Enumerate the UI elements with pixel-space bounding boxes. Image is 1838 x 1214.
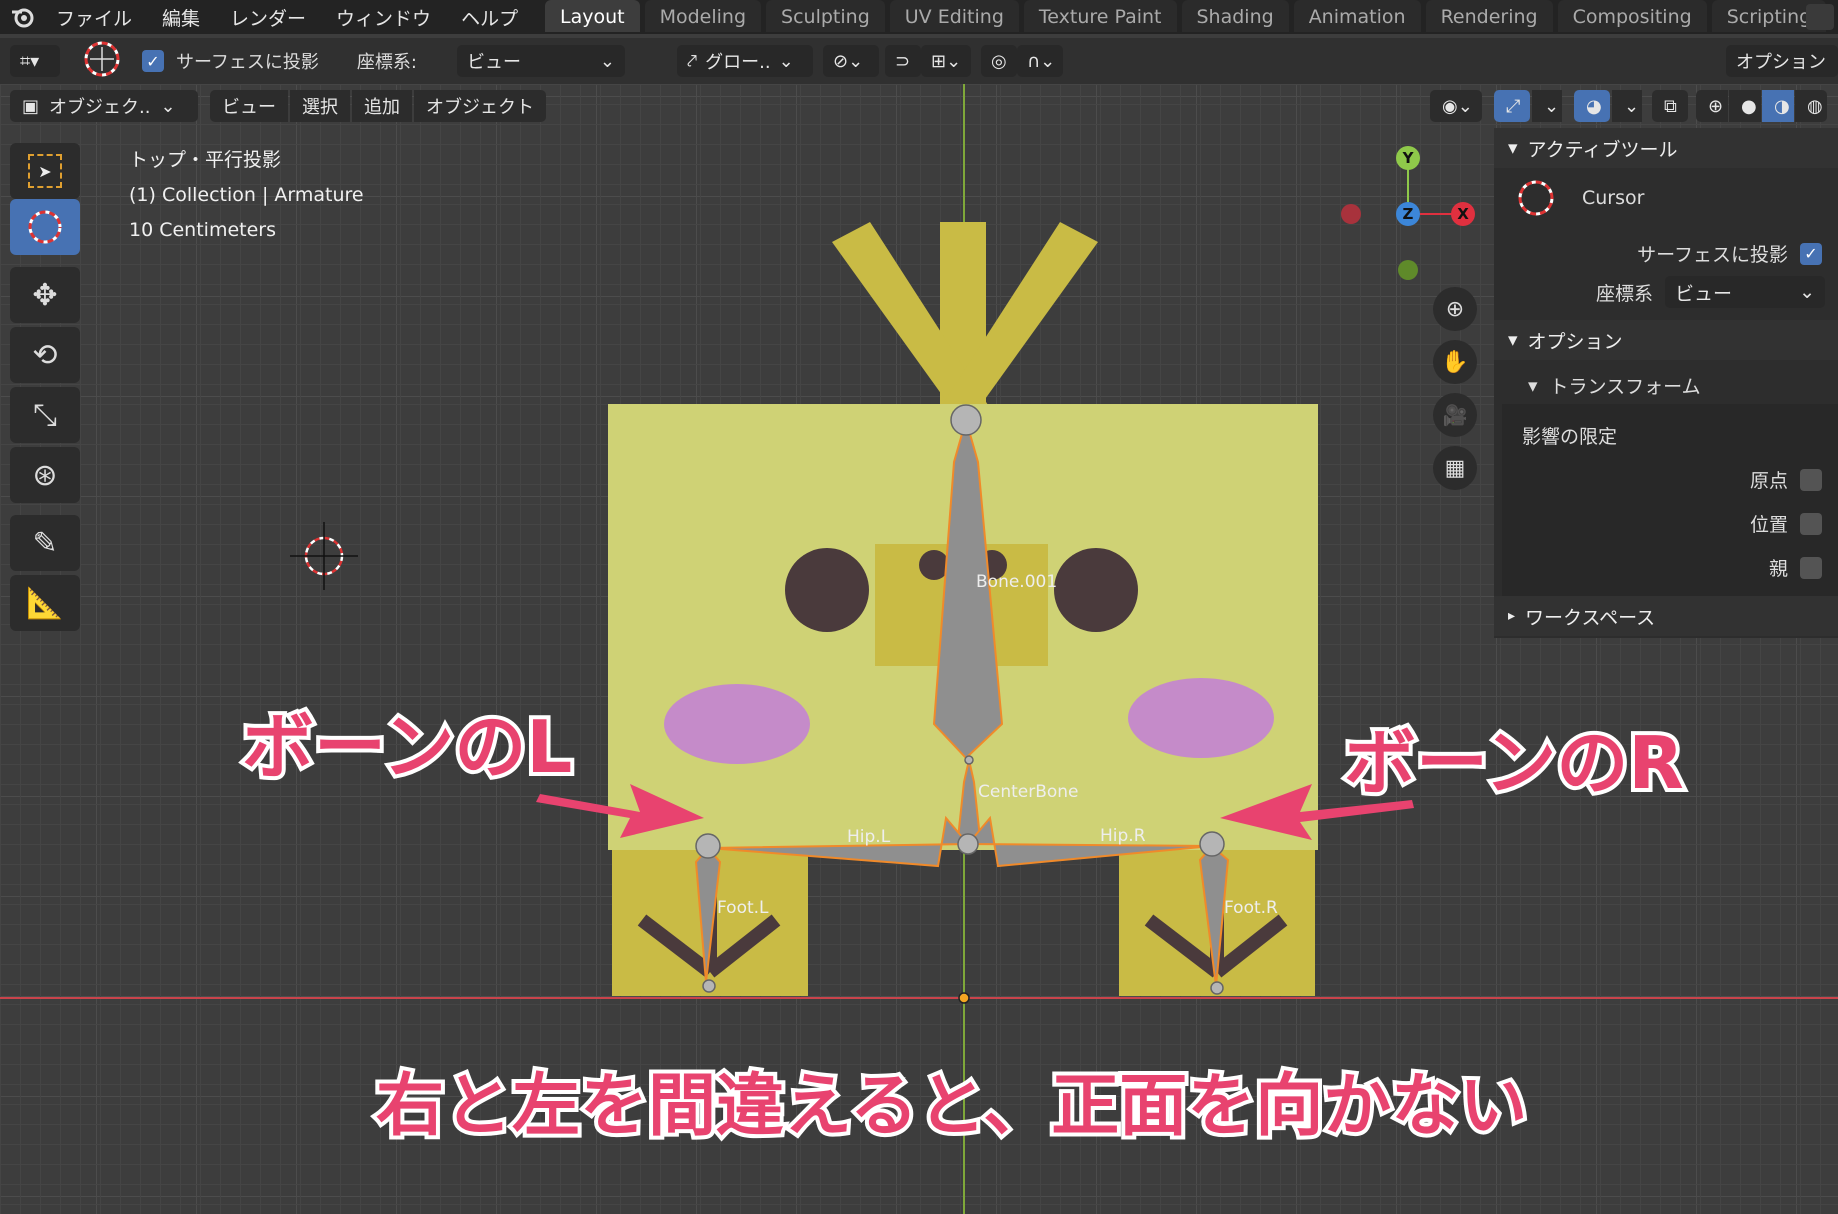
move-icon: ✥ (32, 277, 58, 313)
zoom-button[interactable]: ⊕ (1433, 287, 1477, 331)
grid-icon: ▦ (1444, 455, 1466, 481)
workspace-title: ワークスペース (1525, 606, 1656, 629)
expand-icon: ▾ (1508, 137, 1518, 159)
annotate-tool[interactable]: ✎ (10, 515, 80, 571)
chevron-down-icon: ⌄ (1799, 281, 1816, 303)
panel-coord-dropdown[interactable]: ビュー ⌄ (1665, 276, 1826, 308)
origin-row: 原点 (1750, 466, 1822, 493)
origin-checkbox[interactable] (1800, 468, 1822, 491)
gizmo-y-axis[interactable]: Y (1396, 146, 1420, 170)
hand-icon: ✋ (1441, 349, 1469, 375)
gizmo-neg-y[interactable] (1398, 260, 1418, 280)
eye-left (785, 548, 869, 632)
3d-cursor-icon[interactable] (290, 522, 358, 590)
select-box-tool[interactable]: ➤ (10, 143, 80, 199)
camera-view-button[interactable]: 🎥 (1433, 393, 1477, 437)
parent-label: 親 (1768, 558, 1788, 580)
active-tool-header[interactable]: ▾ アクティブツール (1494, 128, 1838, 168)
active-tool-title: アクティブツール (1527, 138, 1678, 161)
ortho-toggle-button[interactable]: ▦ (1433, 446, 1477, 490)
expand-icon: ▾ (1508, 329, 1518, 351)
sidebar-panel: ▾ アクティブツール Cursor サーフェスに投影 ✓ 座標系 ビュー ⌄ ▾… (1494, 128, 1838, 638)
location-checkbox[interactable] (1800, 512, 1822, 535)
bone-label-foot-r: Foot.R (1224, 898, 1278, 918)
limit-row: 影響の限定 (1522, 422, 1617, 449)
panel-project-label: サーフェスに投影 (1637, 244, 1788, 266)
gizmo-neg-x[interactable] (1341, 204, 1361, 224)
expand-icon: ▾ (1528, 374, 1538, 397)
bone-label-center: CenterBone (978, 782, 1079, 802)
annotation-caption: 右と左を間違えると、正面を向かない (372, 1063, 1531, 1150)
location-row: 位置 (1750, 510, 1822, 537)
tool-shelf: ➤ ✥ ⟲ ⤡ ⊛ ✎ 📐 (10, 143, 80, 631)
annotate-icon: ✎ (32, 525, 58, 561)
view-name: トップ・平行投影 (129, 149, 282, 171)
cheek-left (664, 684, 810, 764)
transform-subheader[interactable]: ▾ トランスフォーム (1528, 372, 1701, 399)
parent-row: 親 (1769, 554, 1822, 581)
bone-label-hip-l: Hip.L (847, 827, 891, 847)
pan-button[interactable]: ✋ (1433, 340, 1477, 384)
origin-label: 原点 (1749, 470, 1788, 492)
bone-label-hip-r: Hip.R (1100, 826, 1146, 846)
cursor-icon (1518, 180, 1554, 216)
panel-coord-label: 座標系 (1596, 282, 1654, 305)
scale-tool[interactable]: ⤡ (10, 387, 80, 443)
workspace-header[interactable]: ▸ ワークスペース (1494, 596, 1838, 636)
options-title: オプション (1527, 330, 1623, 353)
annotation-bone-l: ボーンのL (238, 701, 576, 793)
location-label: 位置 (1749, 514, 1788, 536)
eye-right (1054, 548, 1138, 632)
bone-label-foot-l: Foot.L (717, 898, 769, 918)
cheek-right (1128, 678, 1274, 758)
viewport-info: トップ・平行投影 (1) Collection | Armature 10 Ce… (129, 143, 364, 248)
zoom-icon: ⊕ (1445, 296, 1465, 322)
cursor-icon (28, 210, 62, 244)
origin-dot (958, 992, 970, 1004)
move-tool[interactable]: ✥ (10, 267, 80, 323)
panel-coord-value: ビュー (1675, 282, 1733, 305)
crown (832, 222, 1098, 420)
tool-name: Cursor (1582, 187, 1645, 209)
panel-project-row: サーフェスに投影 ✓ (1637, 240, 1822, 267)
rotate-tool[interactable]: ⟲ (10, 327, 80, 383)
gizmo-z-axis[interactable]: Z (1396, 202, 1420, 226)
options-header[interactable]: ▾ オプション (1494, 320, 1838, 360)
parent-checkbox[interactable] (1800, 556, 1822, 579)
select-box-icon: ➤ (28, 154, 62, 188)
transform-tool[interactable]: ⊛ (10, 447, 80, 503)
panel-project-checkbox[interactable]: ✓ (1800, 242, 1822, 265)
panel-coord-row: 座標系 ビュー ⌄ (1596, 276, 1826, 308)
transform-title: トランスフォーム (1549, 376, 1701, 398)
collapse-icon: ▸ (1508, 608, 1516, 624)
annotation-bone-r: ボーンのR (1340, 717, 1688, 809)
measure-icon: 📐 (26, 585, 64, 621)
grid-scale: 10 Centimeters (129, 219, 276, 241)
cursor-tool[interactable] (10, 199, 80, 255)
camera-icon: 🎥 (1442, 403, 1468, 427)
gizmo-x-axis[interactable]: X (1451, 202, 1475, 226)
scale-icon: ⤡ (33, 397, 57, 433)
bone-label-bone001: Bone.001 (976, 572, 1058, 592)
limit-label: 影響の限定 (1522, 426, 1618, 448)
transform-icon: ⊛ (32, 457, 58, 493)
collection-info: (1) Collection | Armature (129, 184, 364, 206)
measure-tool[interactable]: 📐 (10, 575, 80, 631)
rotate-icon: ⟲ (32, 337, 58, 373)
tool-name-row: Cursor (1516, 178, 1644, 218)
